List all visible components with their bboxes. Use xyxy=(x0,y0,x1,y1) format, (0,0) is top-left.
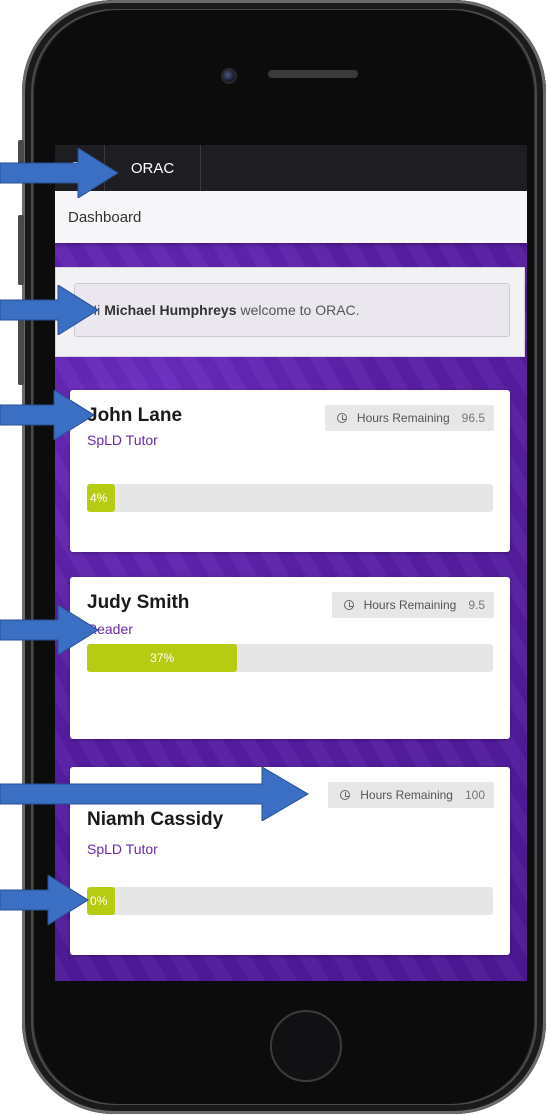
hours-value: 9.5 xyxy=(468,598,485,612)
side-button-mid xyxy=(18,215,24,285)
welcome-suffix: welcome to ORAC. xyxy=(240,302,360,318)
hours-value: 96.5 xyxy=(461,411,485,425)
speaker-grille xyxy=(268,70,358,78)
progress-bar: 37% xyxy=(87,644,493,672)
annotation-arrow-hours xyxy=(0,767,310,821)
hours-value: 100 xyxy=(464,788,485,802)
tutor-card[interactable]: Judy Smith Reader Hours Remaining 9.5 37… xyxy=(70,577,510,739)
progress-label: 37% xyxy=(150,651,175,665)
progress-bar: 4% xyxy=(87,484,493,512)
tutor-name: John Lane xyxy=(87,405,183,426)
welcome-message: Hi Michael Humphreys welcome to ORAC. xyxy=(74,283,510,337)
progress-label: 4% xyxy=(90,491,108,505)
progress-fill: 4% xyxy=(87,484,116,512)
home-button[interactable] xyxy=(270,1010,342,1082)
hours-label: Hours Remaining xyxy=(360,788,453,802)
breadcrumb-dashboard[interactable]: Dashboard xyxy=(68,209,141,226)
tutor-role[interactable]: SpLD Tutor xyxy=(87,432,158,448)
annotation-arrow-progress xyxy=(0,875,90,925)
annotation-arrow-tutor-name xyxy=(0,390,96,440)
breadcrumb: Dashboard xyxy=(55,191,527,243)
hours-remaining-badge: Hours Remaining 9.5 xyxy=(331,592,494,618)
camera-icon xyxy=(221,68,237,84)
clock-icon xyxy=(340,790,351,800)
clock-icon xyxy=(343,600,354,610)
tutor-role[interactable]: SpLD Tutor xyxy=(87,841,158,857)
welcome-user-name: Michael Humphreys xyxy=(104,302,237,318)
progress-fill: 0% xyxy=(87,887,116,915)
annotation-arrow-menu xyxy=(0,148,120,198)
tutor-name: Judy Smith xyxy=(87,592,190,613)
hours-label: Hours Remaining xyxy=(363,598,457,612)
welcome-panel: Hi Michael Humphreys welcome to ORAC. xyxy=(55,267,525,357)
phone-screen: ORAC Dashboard Hi Michael Humphreys welc… xyxy=(55,145,527,981)
hours-remaining-badge: Hours Remaining 96.5 xyxy=(324,405,494,431)
hours-remaining-badge: Hours Remaining 100 xyxy=(328,782,494,808)
annotation-arrow-tutor-role xyxy=(0,605,100,655)
hours-label: Hours Remaining xyxy=(356,411,450,425)
progress-label: 0% xyxy=(90,894,108,908)
progress-bar: 0% xyxy=(87,887,493,915)
progress-fill: 37% xyxy=(87,644,238,672)
clock-icon xyxy=(336,413,347,423)
tutor-card[interactable]: John Lane SpLD Tutor Hours Remaining 96.… xyxy=(70,390,510,552)
annotation-arrow-welcome xyxy=(0,285,100,335)
top-navbar: ORAC xyxy=(55,145,527,191)
